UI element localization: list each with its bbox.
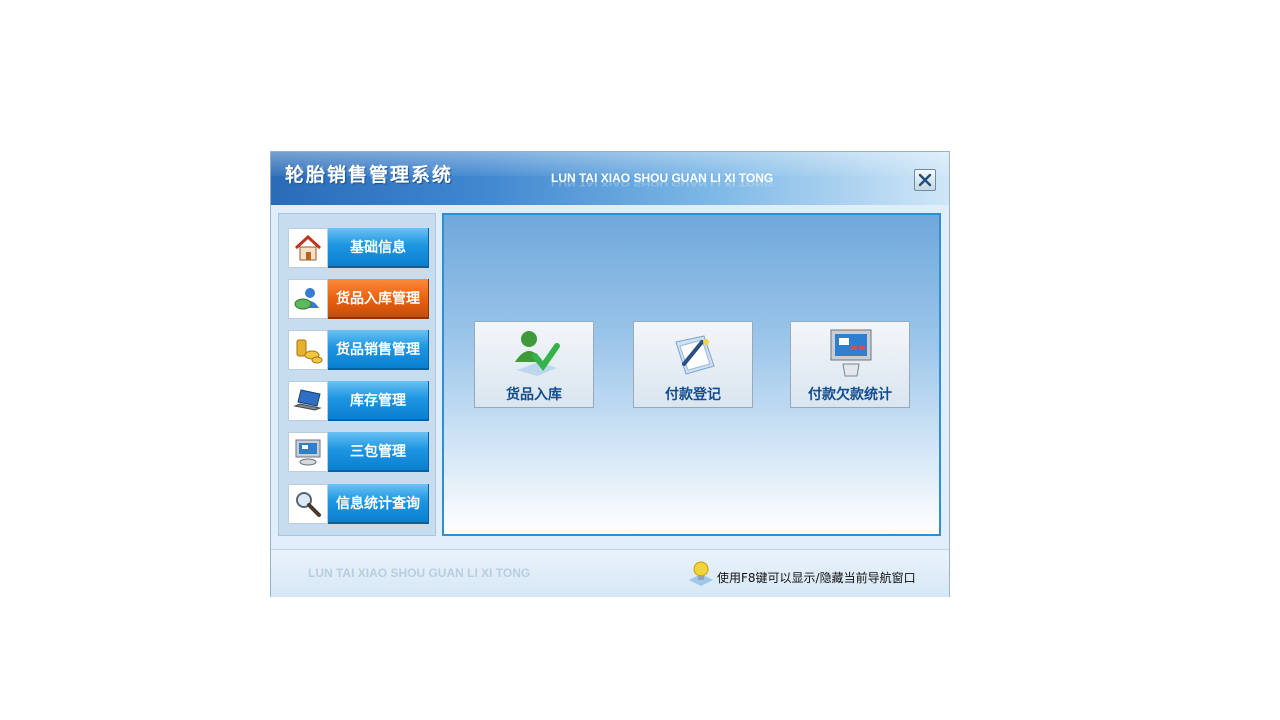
window-subtitle-reflection: LUN TAI XIAO SHOU GUAN LI XI TONG	[551, 179, 774, 188]
icon-box	[288, 228, 328, 268]
f8-hint-text: 使用F8键可以显示/隐藏当前导航窗口	[717, 571, 916, 585]
monitor-icon	[295, 439, 321, 466]
title-bar: 轮胎销售管理系统 轮胎销售管理系统 LUN TAI XIAO SHOU GUAN…	[271, 152, 949, 205]
sidebar-item-label: 三包管理	[328, 432, 429, 472]
icon-box	[288, 432, 328, 472]
coins-icon	[296, 339, 323, 364]
window-title-reflection: 轮胎销售管理系统	[285, 163, 454, 180]
sidebar-item-label: 信息统计查询	[328, 484, 429, 524]
sidebar-nav: 基础信息 货品入库管理 货品销售管理 库存管理 三包管理 信息统计查询	[278, 213, 436, 536]
footer-watermark: LUN TAI XIAO SHOU GUAN LI XI TONG	[308, 566, 531, 580]
tile-label: 付款欠款统计	[808, 387, 892, 403]
sidebar-item-label: 货品销售管理	[328, 330, 429, 370]
icon-box	[288, 330, 328, 370]
lightbulb-icon	[689, 561, 713, 586]
icon-box	[288, 381, 328, 421]
tile-payment-register[interactable]: 付款登记	[633, 321, 753, 408]
sidebar-item-label: 货品入库管理	[328, 279, 429, 319]
sidebar-item-goods-inbound[interactable]: 货品入库管理	[288, 279, 429, 319]
tile-goods-inbound[interactable]: 货品入库	[474, 321, 594, 408]
close-icon	[918, 173, 932, 187]
tile-payment-arrears-stats[interactable]: 付款欠款统计	[790, 321, 910, 408]
sidebar-item-basic-info[interactable]: 基础信息	[288, 228, 429, 268]
icon-box	[288, 484, 328, 524]
user-check-icon	[515, 331, 560, 376]
magnifier-icon	[296, 492, 321, 517]
person-globe-icon	[294, 288, 319, 310]
app-window: 轮胎销售管理系统 轮胎销售管理系统 LUN TAI XIAO SHOU GUAN…	[270, 151, 950, 597]
tile-label: 付款登记	[665, 387, 721, 403]
monitor-stats-icon	[830, 329, 872, 377]
home-icon	[294, 234, 322, 261]
laptop-icon	[293, 389, 322, 411]
sidebar-item-statistics[interactable]: 信息统计查询	[288, 484, 429, 524]
sidebar-item-goods-sales[interactable]: 货品销售管理	[288, 330, 429, 370]
main-panel: 货品入库 付款登记 付款欠款统计	[442, 213, 941, 536]
sidebar-item-label: 库存管理	[328, 381, 429, 421]
close-button[interactable]	[914, 169, 936, 191]
icon-box	[288, 279, 328, 319]
sidebar-item-label: 基础信息	[328, 228, 429, 268]
sidebar-item-warranty[interactable]: 三包管理	[288, 432, 429, 472]
sidebar-item-inventory[interactable]: 库存管理	[288, 381, 429, 421]
tile-label: 货品入库	[506, 387, 562, 403]
status-bar: LUN TAI XIAO SHOU GUAN LI XI TONG 使用F8键可…	[271, 549, 949, 597]
document-pen-icon	[675, 335, 715, 375]
